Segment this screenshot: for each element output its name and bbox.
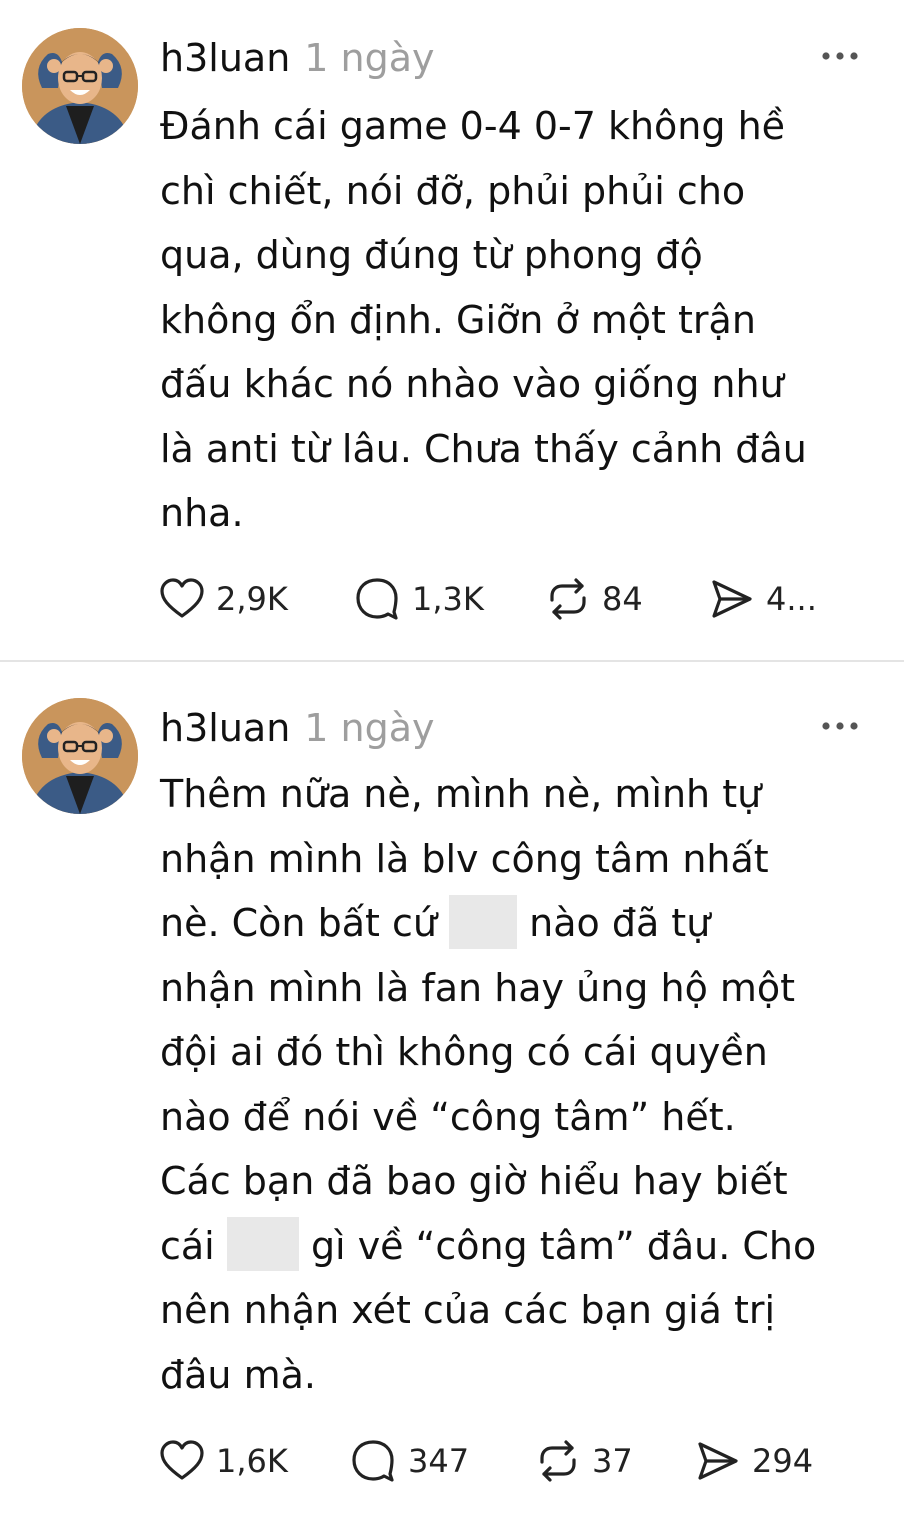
post-text-line: nhận mình là blv công tâm nhất — [160, 836, 769, 881]
timestamp: 1 ngày — [304, 706, 435, 750]
comment-button[interactable]: 1,3K — [354, 576, 484, 622]
post-header: h3luan 1 ngày — [160, 30, 435, 86]
action-bar: 1,6K 347 37 294 — [158, 1438, 858, 1484]
post-text-line: nên nhận xét của các bạn giá trị — [160, 1288, 776, 1332]
comment-count: 1,3K — [412, 580, 484, 618]
post-text-line: cái gì về “công tâm” đâu. Cho — [160, 1214, 884, 1279]
repost-icon — [540, 1440, 576, 1482]
post-text-line: chì chiết, nói đỡ, phủi phủi cho — [160, 168, 746, 213]
post-text-line: nha. — [160, 491, 244, 535]
more-options-icon[interactable] — [820, 718, 860, 734]
action-bar: 2,9K 1,3K 84 4... — [158, 576, 858, 622]
username[interactable]: h3luan — [160, 36, 290, 80]
avatar-image — [22, 698, 138, 814]
like-button[interactable]: 2,9K — [158, 576, 288, 622]
post-text-line: nè. Còn bất cứ nào đã tự — [160, 891, 884, 956]
comment-icon — [352, 1440, 394, 1482]
comment-count: 347 — [408, 1442, 470, 1480]
send-icon — [698, 1442, 738, 1480]
post-text-line: không ổn định. Giỡn ở một trận — [160, 297, 756, 342]
post-text-fragment: gì về “công tâm” đâu. Cho — [310, 1223, 817, 1268]
post-text-line: đâu mà. — [160, 1352, 316, 1397]
post-text-line: nhận mình là fan hay ủng hộ một — [160, 965, 796, 1010]
heart-icon — [160, 578, 204, 618]
post-text-fragment: cái — [160, 1223, 215, 1268]
share-count: 4... — [766, 580, 817, 618]
send-icon — [712, 580, 752, 618]
redacted-word — [226, 1217, 299, 1271]
repost-icon — [550, 578, 586, 620]
avatar[interactable] — [22, 28, 138, 144]
redacted-word — [449, 894, 518, 949]
like-count: 1,6K — [216, 1442, 288, 1480]
share-button[interactable]: 4... — [708, 576, 817, 622]
share-button[interactable]: 294 — [694, 1438, 813, 1484]
post-text-line: Các bạn đã bao giờ hiểu hay biết — [160, 1159, 788, 1203]
post-text-line: Đánh cái game 0-4 0-7 không hề — [160, 104, 786, 148]
like-count: 2,9K — [216, 580, 288, 618]
post-text: Thêm nữa nè, mình nè, mình tự nhận mình … — [160, 762, 884, 1407]
repost-count: 37 — [592, 1442, 633, 1480]
avatar-image — [22, 28, 138, 144]
post-text-fragment: nào đã tự — [529, 901, 711, 945]
post-text-line: Thêm nữa nè, mình nè, mình tự — [160, 772, 762, 816]
comment-button[interactable]: 347 — [350, 1438, 469, 1484]
post-text-line: qua, dùng đúng từ phong độ — [160, 233, 703, 277]
timestamp: 1 ngày — [304, 36, 435, 80]
heart-icon — [160, 1440, 204, 1480]
repost-count: 84 — [602, 580, 643, 618]
avatar[interactable] — [22, 698, 138, 814]
more-options-icon[interactable] — [820, 48, 860, 64]
repost-button[interactable]: 37 — [534, 1438, 633, 1484]
like-button[interactable]: 1,6K — [158, 1438, 288, 1484]
post-text-line: đội ai đó thì không có cái quyền — [160, 1030, 768, 1074]
post-text-line: đấu khác nó nhào vào giống như — [160, 362, 784, 406]
post-text-fragment: nè. Còn bất cứ — [160, 901, 437, 945]
thread-post: h3luan 1 ngày Thêm nữa nè, mình nè, mình … — [0, 662, 904, 1524]
post-text-line: là anti từ lâu. Chưa thấy cảnh đâu — [160, 426, 807, 471]
post-text-line: nào để nói về “công tâm” hết. — [160, 1094, 736, 1139]
post-text: Đánh cái game 0-4 0-7 không hề chì chiết… — [160, 94, 884, 546]
comment-icon — [356, 578, 398, 620]
thread-post: h3luan 1 ngày Đánh cái game 0-4 0-7 không… — [0, 0, 904, 660]
share-count: 294 — [752, 1442, 814, 1480]
repost-button[interactable]: 84 — [544, 576, 643, 622]
username[interactable]: h3luan — [160, 706, 290, 750]
post-header: h3luan 1 ngày — [160, 700, 435, 756]
